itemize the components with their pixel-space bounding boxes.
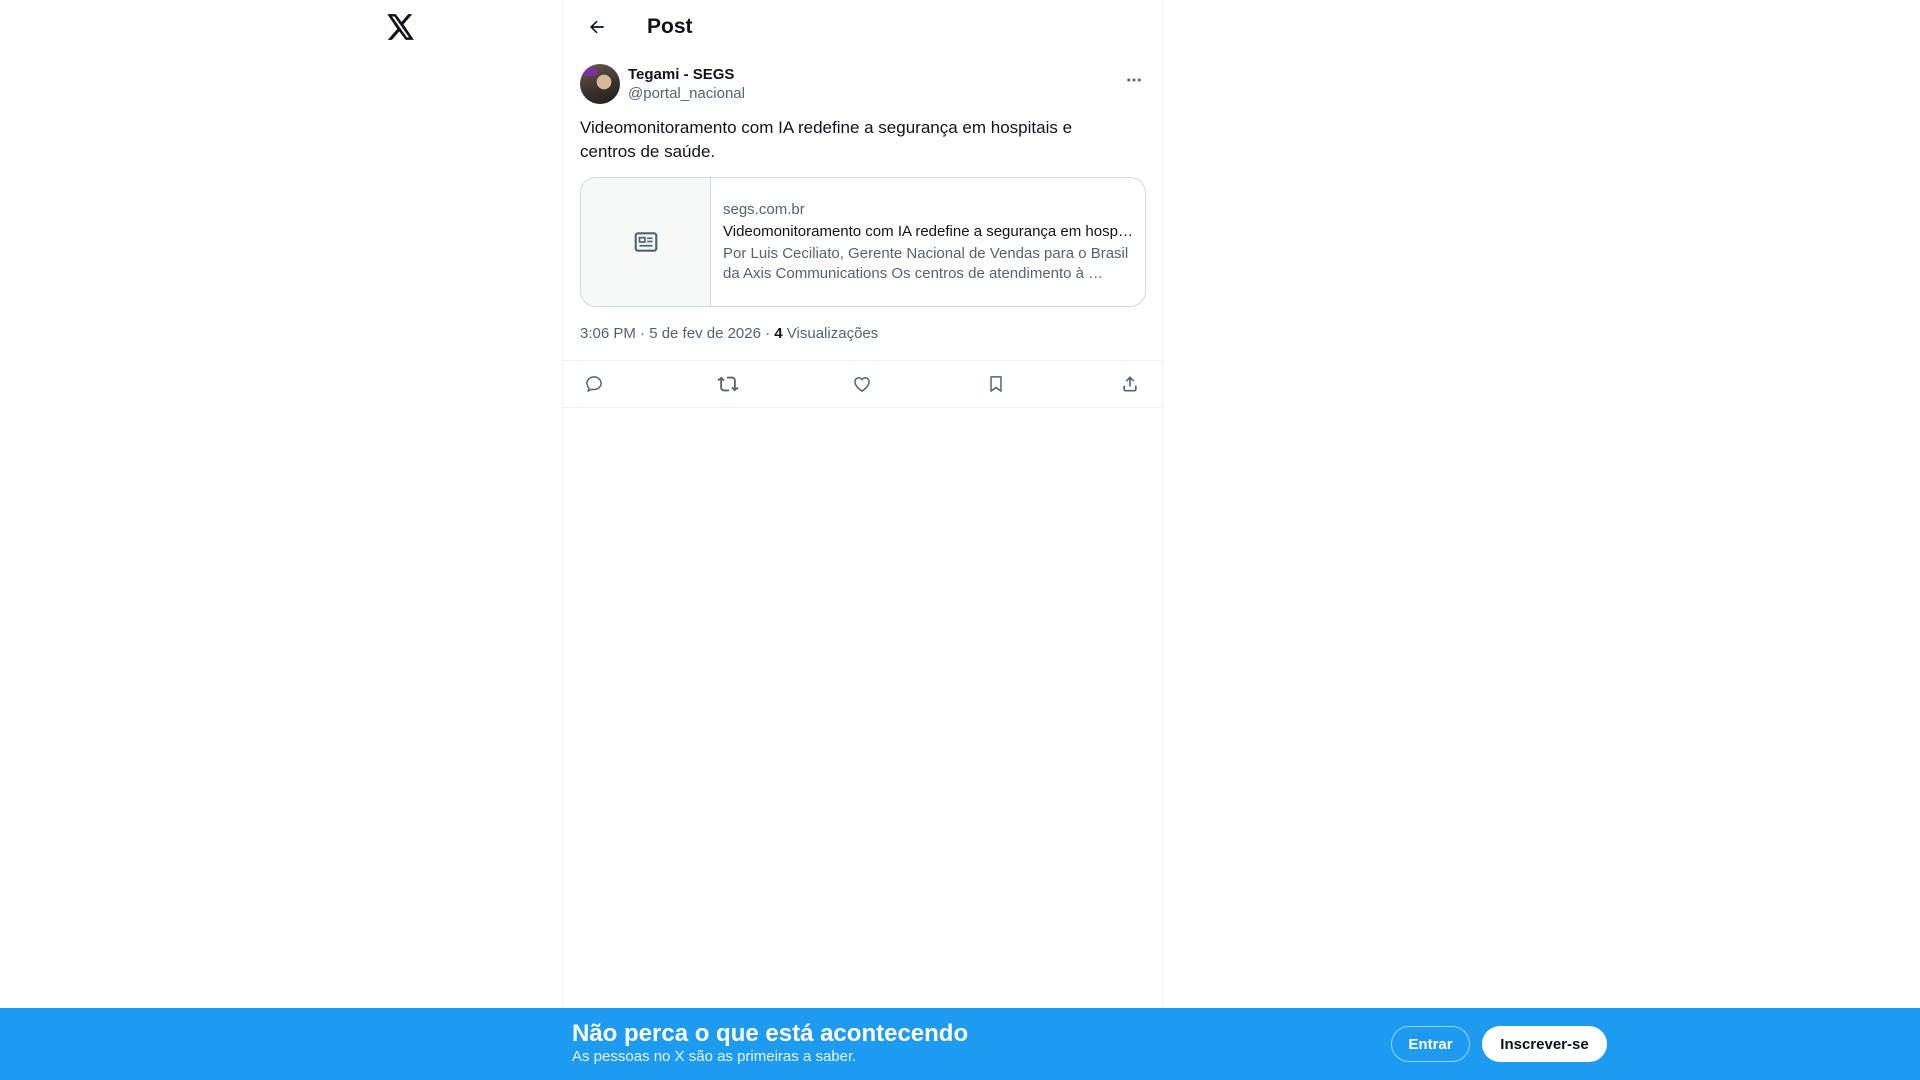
post-text: Videomonitoramento com IA redefine a seg… xyxy=(580,118,1073,161)
page-header: Post xyxy=(563,0,1162,53)
like-icon xyxy=(854,377,870,392)
like-button[interactable] xyxy=(845,367,879,401)
author-handle[interactable]: @portal_nacional xyxy=(628,84,745,104)
reply-button[interactable] xyxy=(577,367,611,401)
share-button[interactable] xyxy=(1113,367,1147,401)
banner-title: Não perca o que está acontecendo xyxy=(572,1020,969,1047)
more-button[interactable] xyxy=(1122,68,1146,92)
bookmark-button[interactable] xyxy=(979,367,1013,401)
card-thumbnail xyxy=(581,178,711,306)
page-title: Post xyxy=(647,14,693,38)
post-author: Tegami - SEGS @portal_nacional xyxy=(563,53,1162,104)
signup-button[interactable]: Inscrever-se xyxy=(1482,1026,1607,1062)
repost-button[interactable] xyxy=(711,367,745,401)
link-card[interactable]: segs.com.br Videomonitoramento com IA re… xyxy=(580,177,1146,307)
post-actions xyxy=(563,360,1162,408)
reply-icon xyxy=(586,376,602,392)
back-arrow-icon xyxy=(590,20,604,33)
post-timestamp[interactable]: 3:06 PM · 5 de fev de 2026 · xyxy=(580,325,774,342)
avatar[interactable] xyxy=(580,64,620,104)
login-button[interactable]: Entrar xyxy=(1391,1026,1470,1062)
main-column: Post Tegami - SEGS @portal_nacional Vide… xyxy=(562,0,1163,1080)
more-icon xyxy=(1127,78,1141,82)
banner-subtitle: As pessoas no X são as primeiras a saber… xyxy=(572,1048,857,1065)
signup-banner: Não perca o que está acontecendo As pess… xyxy=(0,1008,1920,1080)
bookmark-icon xyxy=(990,376,1002,392)
repost-icon xyxy=(717,376,739,392)
views-count: 4 xyxy=(774,325,783,342)
card-domain: segs.com.br xyxy=(723,201,805,218)
card-title: Videomonitoramento com IA redefine a seg… xyxy=(723,223,1133,240)
views-label: Visualizações xyxy=(782,325,879,342)
post-meta: 3:06 PM · 5 de fev de 2026 · 4 Visualiza… xyxy=(563,324,1162,344)
back-button[interactable] xyxy=(579,9,615,45)
author-name[interactable]: Tegami - SEGS xyxy=(628,65,745,84)
x-logo-icon[interactable] xyxy=(386,12,416,42)
article-icon xyxy=(634,232,657,252)
card-description: Por Luis Ceciliato, Gerente Nacional de … xyxy=(723,245,1129,282)
share-icon xyxy=(1123,376,1137,392)
